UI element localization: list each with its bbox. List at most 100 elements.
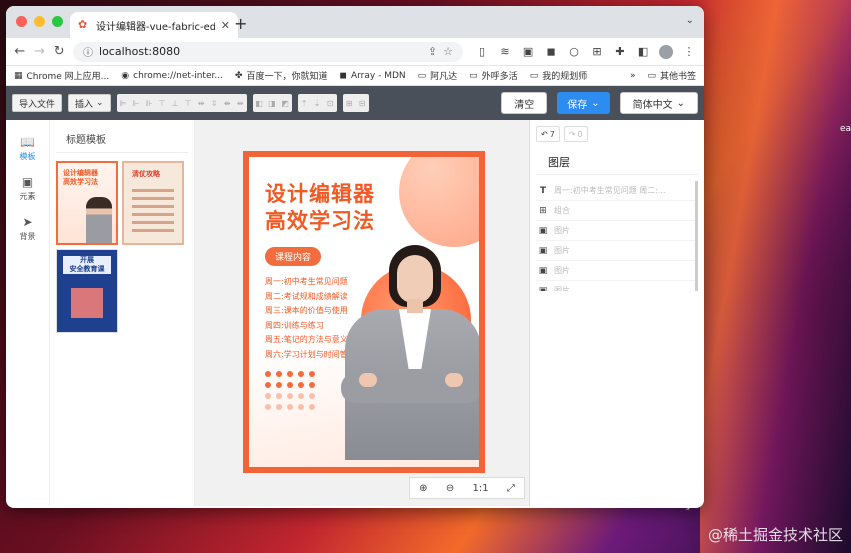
side-nav-background[interactable]: ➤ 背景: [6, 208, 49, 248]
template-panel-title: 标题模板: [56, 128, 188, 153]
other-bookmarks[interactable]: ▭ 其他书签: [647, 69, 696, 83]
template-thumb-lines: [132, 189, 174, 237]
template-thumbnail[interactable]: 清仗攻略: [122, 161, 184, 245]
extensions-bar: ▯ ≋ ▣ ◼ ○ ⊞ ✚ ◧ ⋮: [475, 44, 696, 59]
insert-dropdown[interactable]: 插入 ⌄: [68, 94, 111, 112]
distribute-h-icon[interactable]: ⇹: [195, 94, 208, 112]
redo-icon: ↷: [568, 129, 576, 139]
layer-label: 组合: [554, 206, 570, 215]
redo-button[interactable]: ↷ 0: [563, 126, 588, 142]
forward-button[interactable]: →: [34, 44, 46, 59]
layer-label: 图片: [554, 286, 570, 291]
canvas-area[interactable]: 设计编辑器 高效学习法 课程内容 周一:初中考生常见问题 周二:考试规和成绩解读…: [195, 120, 529, 506]
template-thumb-title: 清仗攻略: [132, 170, 160, 178]
reload-button[interactable]: ↻: [53, 44, 65, 59]
tab-search-icon[interactable]: ⌄: [686, 15, 694, 26]
zoom-out-icon[interactable]: ⊖: [446, 483, 454, 494]
person-hand: [359, 373, 377, 387]
new-tab-button[interactable]: +: [234, 14, 247, 33]
poster-inner: 设计编辑器 高效学习法 课程内容 周一:初中考生常见问题 周二:考试规和成绩解读…: [249, 157, 479, 467]
bookmark-item[interactable]: ✤ 百度一下，你就知道: [235, 69, 328, 83]
template-thumb-title: 设计编辑器 高效学习法: [63, 169, 98, 186]
chevron-down-icon: ⌄: [96, 98, 104, 108]
bookmark-item[interactable]: ▦ Chrome 网上应用...: [14, 69, 109, 83]
group-icon: ⊞: [539, 205, 547, 216]
side-nav-templates[interactable]: 📖 模板: [6, 128, 49, 168]
template-thumbnail[interactable]: 开展 安全教育课: [56, 249, 118, 333]
space-h-icon[interactable]: ⇼: [221, 94, 234, 112]
layer-item[interactable]: T 周一:初中考生常见问题 周二:...: [536, 181, 695, 201]
extension-js-icon[interactable]: ◼: [544, 45, 558, 58]
poster-headline[interactable]: 设计编辑器 高效学习法: [265, 181, 375, 235]
clear-button[interactable]: 清空: [501, 92, 548, 114]
extension-circle-icon[interactable]: ○: [567, 45, 581, 58]
browser-menu-icon[interactable]: ⋮: [682, 45, 696, 58]
bookmark-item[interactable]: ▭ 外呼多活: [469, 69, 518, 83]
bookmark-star-icon[interactable]: ☆: [443, 45, 453, 58]
layer-item[interactable]: ⊞ 组合: [536, 201, 695, 221]
bring-up-icon[interactable]: ⇡: [298, 94, 311, 112]
bookmarks-overflow-button[interactable]: »: [630, 71, 636, 81]
align-bottom-icon[interactable]: ⊤: [182, 94, 195, 112]
sidebar-icon[interactable]: ◧: [636, 45, 650, 58]
bookmark-label: 我的规划师: [542, 72, 588, 82]
extension-3-icon[interactable]: ▣: [521, 45, 535, 58]
layer-order-tools: ⇡ ⇣ ⊡: [297, 94, 337, 112]
save-button[interactable]: 保存 ⌄: [557, 92, 610, 114]
close-tab-icon[interactable]: ✕: [221, 19, 230, 32]
group-icon[interactable]: ⊞: [343, 94, 356, 112]
layer-item[interactable]: ▣ 图片: [536, 261, 695, 281]
extension-1-icon[interactable]: ▯: [475, 45, 489, 58]
minimize-window-button[interactable]: [34, 16, 45, 27]
close-window-button[interactable]: [16, 16, 27, 27]
poster-person-image[interactable]: [341, 245, 479, 460]
side-nav-elements[interactable]: ▣ 元素: [6, 168, 49, 208]
space-v-icon[interactable]: ⇻: [234, 94, 247, 112]
language-label: 简体中文: [632, 99, 673, 111]
align-middle-icon[interactable]: ⊥: [169, 94, 182, 112]
template-panel: 标题模板 设计编辑器 高效学习法 清仗攻略 开展 安全教育课: [50, 120, 195, 506]
browser-toolbar: ← → ↻ ⓘ localhost:8080 ⇪ ☆ ▯ ≋ ▣ ◼ ○ ⊞ ✚…: [6, 38, 704, 66]
layer-list[interactable]: T 周一:初中考生常见问题 周二:... ⊞ 组合 ▣ 图片 ▣ 图片 ▣ 图片 ▣ 图片: [536, 181, 698, 291]
address-bar[interactable]: ⓘ localhost:8080 ⇪ ☆: [73, 41, 464, 62]
flip-h-icon[interactable]: ◧: [253, 94, 266, 112]
book-icon: 📖: [20, 134, 35, 149]
puzzle-icon[interactable]: ✚: [613, 45, 627, 58]
profile-avatar-icon[interactable]: [659, 44, 674, 59]
layer-item[interactable]: ▣ 图片: [536, 281, 695, 292]
language-select[interactable]: 简体中文 ⌄: [619, 92, 698, 114]
align-center-icon[interactable]: ⊩: [130, 94, 143, 112]
template-thumbnail[interactable]: 设计编辑器 高效学习法: [56, 161, 118, 245]
bookmark-item[interactable]: ◼ Array - MDN: [340, 71, 406, 81]
align-right-icon[interactable]: ⊪: [143, 94, 156, 112]
poster-course-pill[interactable]: 课程内容: [265, 247, 322, 266]
bookmark-item[interactable]: ▭ 我的规划师: [530, 69, 588, 83]
ungroup-icon[interactable]: ⊟: [356, 94, 369, 112]
zoom-in-icon[interactable]: ⊕: [419, 483, 427, 494]
flip-v-icon[interactable]: ◨: [266, 94, 279, 112]
site-info-icon[interactable]: ⓘ: [83, 44, 93, 59]
mirror-icon[interactable]: ◩: [279, 94, 292, 112]
lock-icon[interactable]: ⊡: [324, 94, 337, 112]
fullscreen-icon[interactable]: ⤢: [507, 483, 515, 494]
bookmark-item[interactable]: ◉ chrome://net-inter...: [121, 71, 223, 81]
folder-icon: ▭: [417, 70, 427, 81]
distribute-v-icon[interactable]: ⇳: [208, 94, 221, 112]
poster-canvas[interactable]: 设计编辑器 高效学习法 课程内容 周一:初中考生常见问题 周二:考试规和成绩解读…: [243, 151, 485, 473]
zoom-reset-button[interactable]: 1:1: [472, 483, 488, 494]
history-controls: ↶ 7 ↷ 0: [536, 126, 698, 142]
send-down-icon[interactable]: ⇣: [311, 94, 324, 112]
share-icon[interactable]: ⇪: [428, 45, 437, 58]
align-top-icon[interactable]: ⊤: [156, 94, 169, 112]
bookmark-item[interactable]: ▭ 阿凡达: [417, 69, 458, 83]
extension-2-icon[interactable]: ≋: [498, 45, 512, 58]
back-button[interactable]: ←: [14, 44, 26, 59]
maximize-window-button[interactable]: [52, 16, 63, 27]
import-file-button[interactable]: 导入文件: [12, 94, 63, 112]
extension-4-icon[interactable]: ⊞: [590, 45, 604, 58]
layer-item[interactable]: ▣ 图片: [536, 221, 695, 241]
browser-tab[interactable]: ✿ 设计编辑器-vue-fabric-editor ✕: [70, 12, 238, 38]
align-left-icon[interactable]: ⊫: [117, 94, 130, 112]
layer-item[interactable]: ▣ 图片: [536, 241, 695, 261]
undo-button[interactable]: ↶ 7: [536, 126, 560, 142]
